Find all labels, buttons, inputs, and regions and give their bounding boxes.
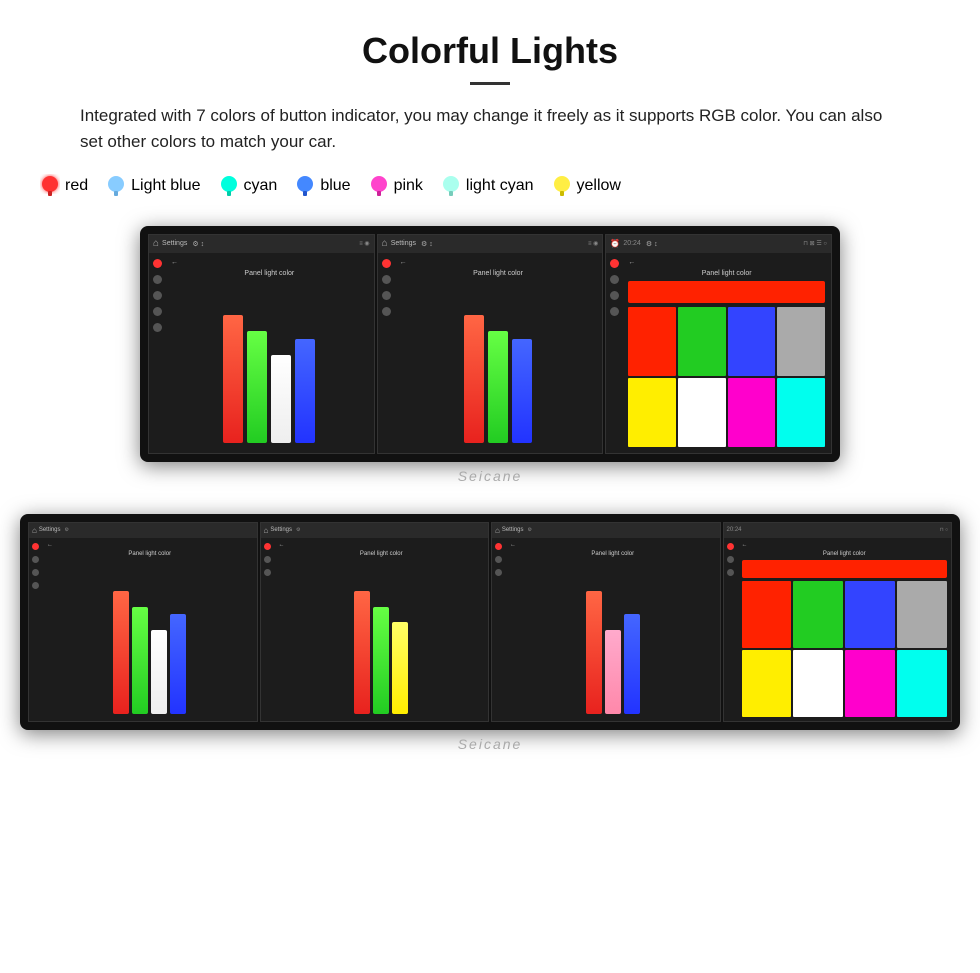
color-label-lightblue: Light blue xyxy=(131,177,200,195)
bottom-screen-3: ⌂ Settings ⚙ ← Panel light color xyxy=(491,522,721,722)
watermark-bottom: Seicane xyxy=(458,736,523,752)
color-label-blue: blue xyxy=(320,177,350,195)
color-item-lightblue: Light blue xyxy=(106,174,200,198)
bulb-icon-cyan xyxy=(219,174,239,198)
panel-label-1: Panel light color xyxy=(171,270,368,277)
title-divider xyxy=(470,82,510,85)
color-legend: red Light blue cyan blue xyxy=(40,174,940,198)
page-title: Colorful Lights xyxy=(40,30,940,72)
color-item-cyan: cyan xyxy=(219,174,278,198)
bulb-icon-pink xyxy=(369,174,389,198)
bottom-panel-label-3: Panel light color xyxy=(510,551,716,557)
top-screen-3: ⏰ 20:24 ⚙ ↕ ⊓ ⊠ ☰ ○ ← Panel light color xyxy=(605,234,832,454)
bottom-screen-1: ⌂ Settings ⚙ ← Panel light color xyxy=(28,522,258,722)
bottom-screens-section: ⌂ Settings ⚙ ← Panel light color xyxy=(40,514,940,752)
bottom-panel-label-4: Panel light color xyxy=(742,551,948,557)
bottom-screen-4: 20:24 ⊓ ○ ← Panel light color xyxy=(723,522,953,722)
watermark-top: Seicane xyxy=(458,468,523,484)
color-label-red: red xyxy=(65,177,88,195)
bulb-icon-yellow xyxy=(552,174,572,198)
color-item-lightcyan: light cyan xyxy=(441,174,534,198)
header-description: Integrated with 7 colors of button indic… xyxy=(80,103,900,156)
top-screen-1: ⌂ Settings ⚙ ↕ ≡ ◉ ← Panel light color xyxy=(148,234,375,454)
top-screens-section: ⌂ Settings ⚙ ↕ ≡ ◉ ← Panel light color xyxy=(40,226,940,484)
bulb-icon-red xyxy=(40,174,60,198)
top-screen-2: ⌂ Settings ⚙ ↕ ≡ ◉ ← Panel light color xyxy=(377,234,604,454)
bulb-icon-blue xyxy=(295,174,315,198)
panel-label-2: Panel light color xyxy=(400,270,597,277)
bulb-icon-lightcyan xyxy=(441,174,461,198)
color-item-blue: blue xyxy=(295,174,350,198)
color-item-pink: pink xyxy=(369,174,423,198)
bulb-icon-lightblue xyxy=(106,174,126,198)
header-section: Colorful Lights Integrated with 7 colors… xyxy=(40,30,940,156)
color-label-lightcyan: light cyan xyxy=(466,177,534,195)
bottom-panel-label-2: Panel light color xyxy=(279,551,485,557)
page-wrapper: Colorful Lights Integrated with 7 colors… xyxy=(0,0,980,792)
color-item-red: red xyxy=(40,174,88,198)
color-label-cyan: cyan xyxy=(244,177,278,195)
color-label-yellow: yellow xyxy=(577,177,621,195)
bottom-panel-label-1: Panel light color xyxy=(47,551,253,557)
panel-label-3: Panel light color xyxy=(628,270,825,277)
bottom-screen-2: ⌂ Settings ⚙ ← Panel light color xyxy=(260,522,490,722)
color-item-yellow: yellow xyxy=(552,174,621,198)
color-label-pink: pink xyxy=(394,177,423,195)
